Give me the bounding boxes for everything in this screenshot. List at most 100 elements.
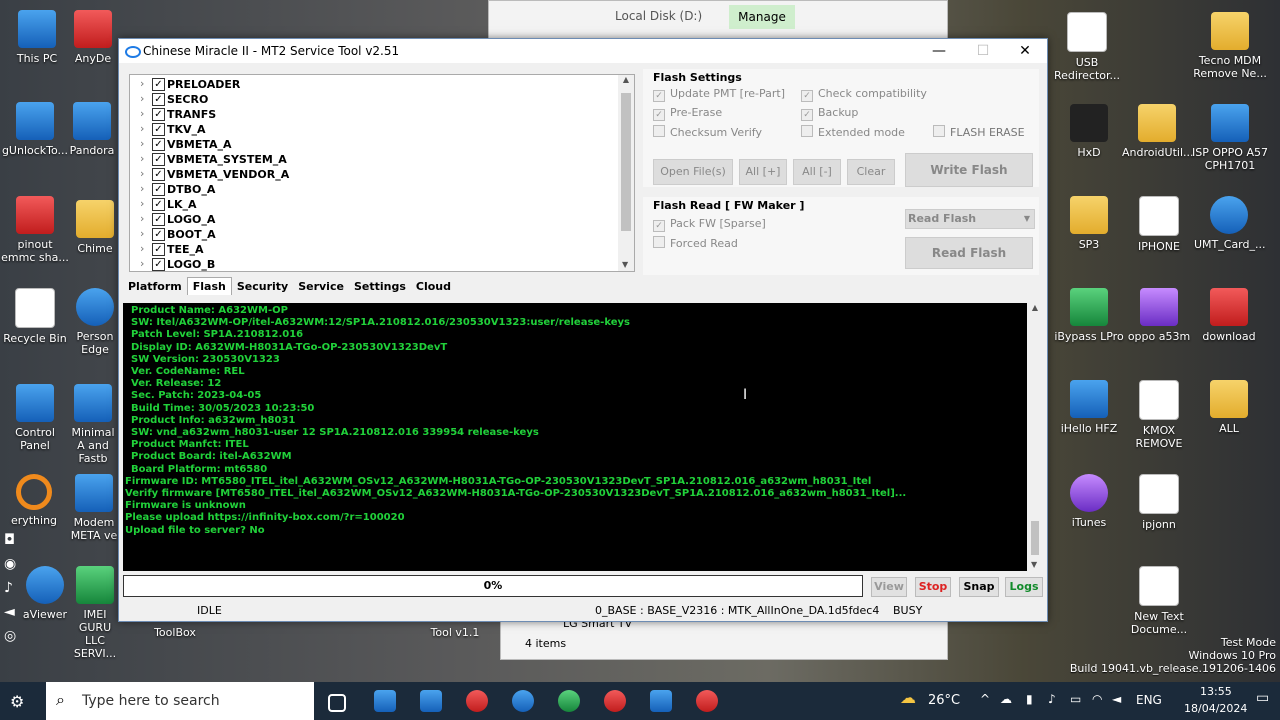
clock-time[interactable]: 13:55 [1200,685,1232,698]
tab-cloud[interactable]: Cloud [411,278,456,295]
desktop-icon-new-text[interactable]: New Text Docume... [1124,566,1194,636]
chrome-icon[interactable] [466,690,488,712]
desktop-label-tool[interactable]: Tool v1.1 [420,626,490,639]
partition-checkbox[interactable]: ✓ [152,258,165,271]
scroll-down-icon[interactable]: ▼ [1031,560,1037,569]
desktop-icon-hxd[interactable]: HxD [1054,104,1124,159]
desktop-icon-all[interactable]: ALL [1194,380,1264,435]
taskbar-app-icon[interactable] [374,690,396,712]
record-icon[interactable]: ◉ [4,552,16,576]
forced-read-checkbox[interactable]: Forced Read [653,236,738,250]
chevron-right-icon[interactable]: › [140,227,144,240]
desktop-icon-itunes[interactable]: iTunes [1054,474,1124,529]
desktop-label-toolbox[interactable]: ToolBox [140,626,210,639]
desktop-icon-isp-oppo[interactable]: ISP OPPO A57 CPH1701 [1192,104,1268,172]
chevron-right-icon[interactable]: › [140,92,144,105]
tab-settings[interactable]: Settings [349,278,411,295]
desktop-icon-iphone[interactable]: IPHONE [1124,196,1194,253]
partition-row[interactable]: › ✓ VBMETA_SYSTEM_A [130,152,634,167]
clear-button[interactable]: Clear [847,159,895,185]
close-button[interactable]: ✕ [1003,39,1047,63]
chrome-icon[interactable] [558,690,580,712]
desktop-icon-gunlock[interactable]: gUnlockTo... [0,102,70,157]
logs-button[interactable]: Logs [1005,577,1043,597]
telegram-icon[interactable] [512,690,534,712]
scroll-up-icon[interactable]: ▲ [618,75,634,84]
tab-flash[interactable]: Flash [186,277,232,295]
scroll-down-icon[interactable]: ▼ [622,260,628,269]
chevron-right-icon[interactable]: › [140,137,144,150]
desktop-icon-control-panel[interactable]: Control Panel [0,384,70,452]
taskbar-search[interactable]: ⌕ Type here to search [46,682,314,720]
desktop-icon-minimal-adb[interactable]: Minimal A and Fastb [68,384,118,465]
webcam-icon[interactable]: ◎ [4,624,16,648]
partition-checkbox[interactable]: ✓ [152,108,165,121]
partition-checkbox[interactable]: ✓ [152,78,165,91]
log-console[interactable]: Product Name: A632WM-OP SW: Itel/A632WM-O… [123,303,1043,571]
desktop-icon-ipjonn[interactable]: ipjonn [1124,474,1194,531]
partition-row[interactable]: › ✓ DTBO_A [130,182,634,197]
desktop-icon-edge[interactable]: Person Edge [72,288,118,356]
partition-row[interactable]: › ✓ PRELOADER [130,77,634,92]
desktop-icon-modem-meta[interactable]: Modem META ve [70,474,118,542]
partition-checkbox[interactable]: ✓ [152,213,165,226]
backup-checkbox[interactable]: ✓ Backup [801,106,858,121]
onedrive-icon[interactable]: ☁ [1000,692,1012,706]
partition-row[interactable]: › ✓ SECRO [130,92,634,107]
microphone-icon[interactable]: ♪ [4,576,16,600]
write-flash-button[interactable]: Write Flash [905,153,1033,187]
task-view-icon[interactable] [328,694,346,712]
desktop-icon-pinout[interactable]: pinout emmc sha... [0,196,70,264]
tree-scrollbar[interactable]: ▲ ▼ [618,75,634,271]
tab-platform[interactable]: Platform [123,278,187,295]
view-button[interactable]: View [871,577,907,597]
taskbar-app-icon[interactable] [420,690,442,712]
record-app-icon[interactable] [696,690,718,712]
open-files-button[interactable]: Open File(s) [653,159,733,185]
partition-checkbox[interactable]: ✓ [152,243,165,256]
wifi-icon[interactable]: ◠ [1092,692,1102,706]
all-plus-button[interactable]: All [+] [739,159,787,185]
partition-row[interactable]: › ✓ LOGO_B [130,257,634,271]
snap-button[interactable]: Snap [959,577,999,597]
mt2-taskbar-icon[interactable] [650,690,672,712]
desktop-icon-recycle-bin[interactable]: Recycle Bin [0,288,70,345]
log-scroll-thumb[interactable] [1031,521,1039,555]
partition-row[interactable]: › ✓ TRANFS [130,107,634,122]
desktop-icon-kmox[interactable]: KMOX REMOVE [1124,380,1194,450]
tab-service[interactable]: Service [293,278,349,295]
title-bar[interactable]: Chinese Miracle II - MT2 Service Tool v2… [119,39,1047,63]
notifications-icon[interactable]: ▭ [1256,690,1269,706]
desktop-icon-usb-redirector[interactable]: USB Redirector... [1052,12,1122,82]
extended-mode-checkbox[interactable]: Extended mode [801,125,905,139]
desktop-icon-download[interactable]: download [1194,288,1264,343]
partition-row[interactable]: › ✓ TEE_A [130,242,634,257]
desktop-icon-sp3[interactable]: SP3 [1054,196,1124,251]
partition-row[interactable]: › ✓ LK_A [130,197,634,212]
partition-checkbox[interactable]: ✓ [152,168,165,181]
chevron-right-icon[interactable]: › [140,242,144,255]
chevron-right-icon[interactable]: › [140,107,144,120]
log-scrollbar[interactable]: ▲ ▼ [1027,303,1043,571]
update-pmt-checkbox[interactable]: ✓ Update PMT [re-Part] [653,87,785,102]
partition-row[interactable]: › ✓ TKV_A [130,122,634,137]
network-icon[interactable]: ▭ [1070,692,1081,706]
settings-gear-icon[interactable]: ⚙ [10,692,24,711]
chevron-right-icon[interactable]: › [140,197,144,210]
desktop-icon-teamviewer[interactable]: aViewer [20,566,70,621]
chevron-right-icon[interactable]: › [140,152,144,165]
pre-erase-checkbox[interactable]: ✓ Pre-Erase [653,106,722,121]
chevron-right-icon[interactable]: › [140,77,144,90]
desktop-icon-anydesk[interactable]: AnyDe [68,10,118,65]
chrome-icon[interactable] [604,690,626,712]
desktop-icon-ibypass[interactable]: iBypass LPro [1054,288,1124,343]
desktop-icon-ihello[interactable]: iHello HFZ [1054,380,1124,435]
desktop-icon-pandora[interactable]: Pandora [66,102,118,157]
clock-date[interactable]: 18/04/2024 [1184,702,1247,715]
manage-tab[interactable]: Manage [729,5,795,29]
read-mode-select[interactable]: Read Flash ▼ [905,209,1035,229]
desktop-icon-umt-card[interactable]: UMT_Card_... [1194,196,1265,251]
desktop-icon-this-pc[interactable]: This PC [2,10,72,65]
tree-scroll-thumb[interactable] [621,93,631,231]
flash-erase-checkbox[interactable]: FLASH ERASE [933,125,1025,139]
